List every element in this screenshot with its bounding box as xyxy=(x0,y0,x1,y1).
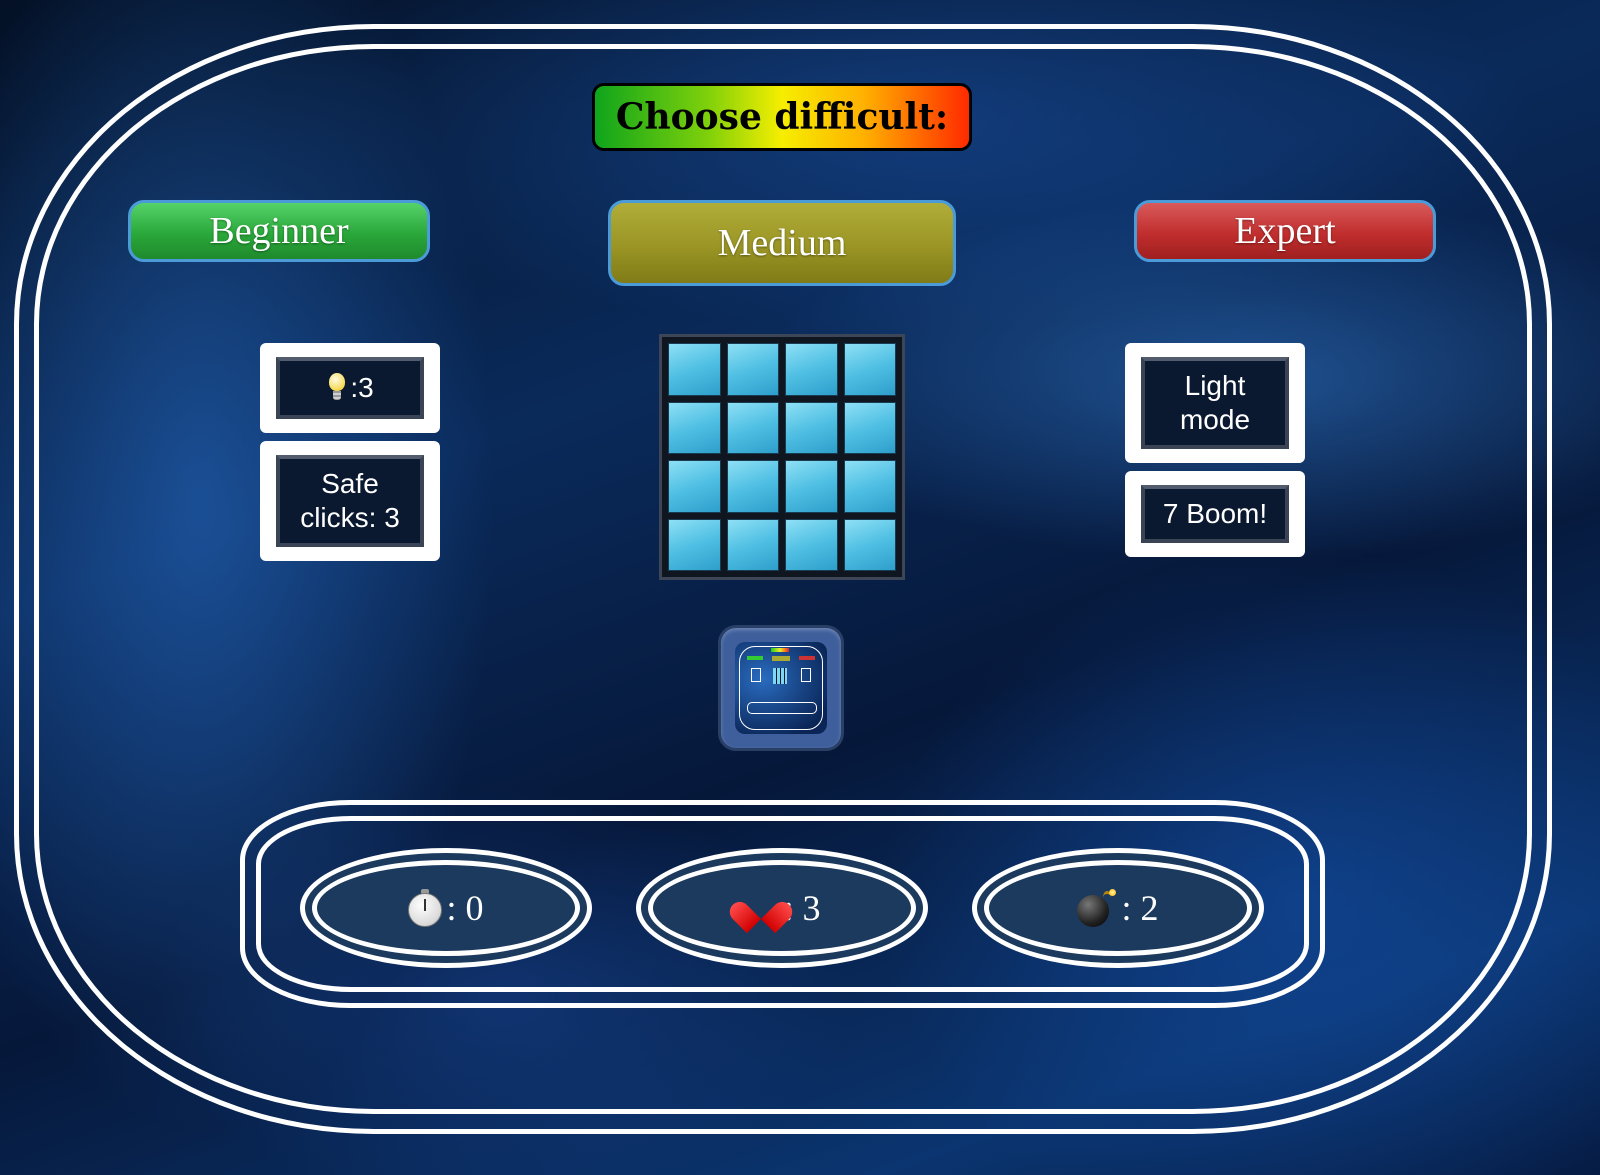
board-cell[interactable] xyxy=(668,343,721,396)
difficulty-title: Choose difficult: xyxy=(592,83,972,151)
board-cell[interactable] xyxy=(726,518,779,571)
expert-button[interactable]: Expert xyxy=(1134,200,1436,262)
hints-count: :3 xyxy=(350,372,374,403)
board-cell[interactable] xyxy=(785,343,838,396)
lives-display: : 3 xyxy=(636,848,928,968)
board-cell[interactable] xyxy=(726,343,779,396)
board-cell[interactable] xyxy=(668,401,721,454)
safe-clicks-label: Safe clicks: 3 xyxy=(300,468,400,533)
game-thumbnail-icon xyxy=(735,642,827,734)
board-cell[interactable] xyxy=(668,460,721,513)
restart-button[interactable] xyxy=(718,625,844,751)
board-cell[interactable] xyxy=(726,460,779,513)
timer-display: : 0 xyxy=(300,848,592,968)
light-bulb-icon xyxy=(326,373,348,403)
board-cell[interactable] xyxy=(668,518,721,571)
board-cell[interactable] xyxy=(843,460,896,513)
safe-clicks-button[interactable]: Safe clicks: 3 xyxy=(260,441,440,561)
beginner-button[interactable]: Beginner xyxy=(128,200,430,262)
light-mode-button[interactable]: Light mode xyxy=(1125,343,1305,463)
seven-boom-label: 7 Boom! xyxy=(1162,498,1268,529)
bomb-icon xyxy=(1077,889,1117,927)
stopwatch-icon xyxy=(408,889,443,927)
seven-boom-button[interactable]: 7 Boom! xyxy=(1125,471,1305,557)
game-board xyxy=(659,334,905,580)
light-mode-label: Light mode xyxy=(1179,370,1251,435)
heart-icon xyxy=(726,891,797,934)
board-cell[interactable] xyxy=(843,518,896,571)
timer-value: : 0 xyxy=(446,888,484,928)
board-cell[interactable] xyxy=(785,460,838,513)
board-cell[interactable] xyxy=(726,401,779,454)
mines-value: : 2 xyxy=(1121,888,1159,928)
board-cell[interactable] xyxy=(785,518,838,571)
board-cell[interactable] xyxy=(843,401,896,454)
board-cell[interactable] xyxy=(785,401,838,454)
hints-button[interactable]: :3 xyxy=(260,343,440,433)
medium-button[interactable]: Medium xyxy=(608,200,956,286)
mines-display: : 2 xyxy=(972,848,1264,968)
board-cell[interactable] xyxy=(843,343,896,396)
